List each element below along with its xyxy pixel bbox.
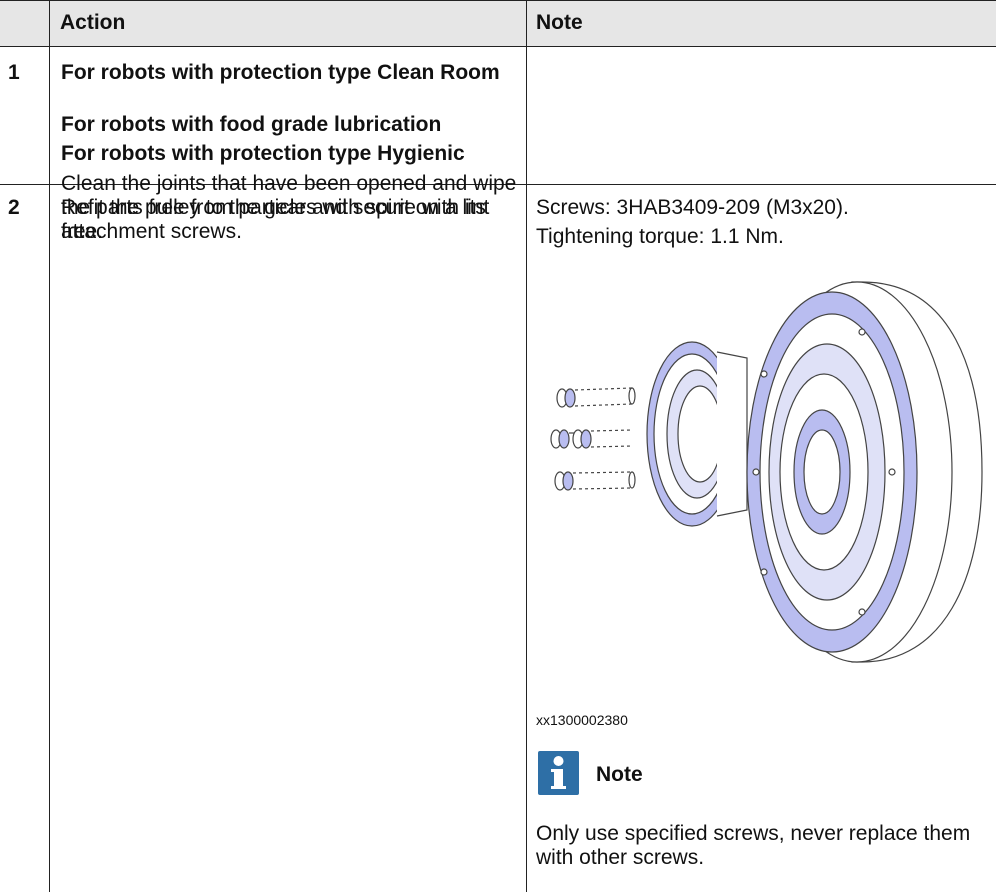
procedure-table: Action Note 1 For robots with protection…: [0, 0, 996, 892]
note-body: Only use specified screws, never replace…: [536, 822, 971, 869]
row-number: 1: [8, 61, 20, 84]
screws-illustration: [550, 387, 636, 491]
action-text: Refit the pulley to the gear and secure …: [61, 196, 486, 243]
gear-illustration: [746, 281, 983, 663]
figure-caption: xx1300002380: [536, 712, 628, 728]
header-action: Action: [60, 11, 126, 34]
column-divider-1: [49, 0, 50, 892]
table-header: [0, 0, 996, 47]
action-heading: For robots with protection type Hygienic: [61, 142, 465, 165]
column-divider-2: [526, 0, 527, 892]
note-screws: Screws: 3HAB3409-209 (M3x20).: [536, 196, 849, 219]
note-torque: Tightening torque: 1.1 Nm.: [536, 225, 784, 248]
action-heading: For robots with protection type Clean Ro…: [61, 61, 500, 84]
pulley-illustration: [646, 341, 748, 527]
info-icon: [538, 751, 579, 795]
row-number: 2: [8, 196, 20, 219]
note-title: Note: [596, 763, 643, 786]
action-heading: For robots with food grade lubrication: [61, 113, 442, 136]
header-note: Note: [536, 11, 583, 34]
gear-pulley-figure: [550, 281, 983, 663]
